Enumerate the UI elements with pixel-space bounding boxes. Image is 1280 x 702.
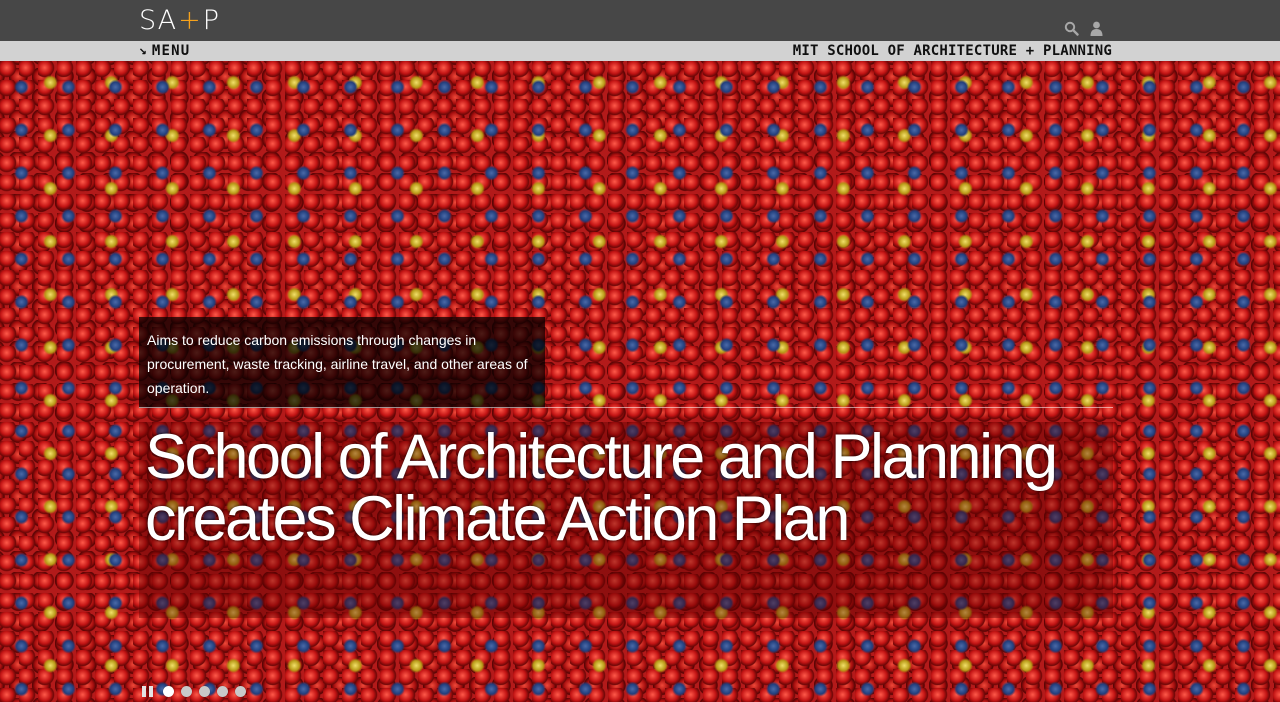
top-bar: SA + P — [0, 0, 1280, 41]
hero-caption-box: Aims to reduce carbon emissions through … — [139, 317, 545, 408]
menu-label: MENU — [151, 43, 191, 59]
hero-caption: Aims to reduce carbon emissions through … — [147, 332, 528, 396]
search-icon[interactable] — [1063, 20, 1080, 37]
slide-dot-2[interactable] — [181, 686, 192, 697]
slide-dot-5[interactable] — [235, 686, 246, 697]
hero-divider — [139, 407, 1113, 408]
page: SA + P ↘ MENU MIT SCHOOL OF ARCHITECTURE +… — [0, 0, 1280, 702]
site-logo[interactable]: SA + P — [139, 3, 220, 37]
secondary-bar: ↘ MENU MIT SCHOOL OF ARCHITECTURE + PLAN… — [0, 41, 1280, 61]
hero-headline-box[interactable]: School of Architecture and Planning crea… — [139, 422, 1113, 618]
arrow-down-right-icon: ↘ — [139, 43, 147, 58]
slide-dot-4[interactable] — [217, 686, 228, 697]
slide-dot-1[interactable] — [163, 686, 174, 697]
slider-controls — [142, 686, 246, 697]
hero-headline[interactable]: School of Architecture and Planning crea… — [145, 426, 1075, 551]
pause-icon[interactable] — [142, 686, 155, 697]
slide-dot-3[interactable] — [199, 686, 210, 697]
header-icons — [1063, 20, 1105, 37]
logo-plus: + — [178, 4, 202, 36]
logo-text-sa: SA — [139, 4, 178, 36]
menu-button[interactable]: ↘ MENU — [139, 42, 190, 60]
user-icon[interactable] — [1088, 20, 1105, 37]
school-name-link[interactable]: MIT SCHOOL OF ARCHITECTURE + PLANNING — [793, 42, 1112, 60]
logo-text-p: P — [202, 4, 221, 36]
hero-slider: Aims to reduce carbon emissions through … — [0, 61, 1280, 702]
